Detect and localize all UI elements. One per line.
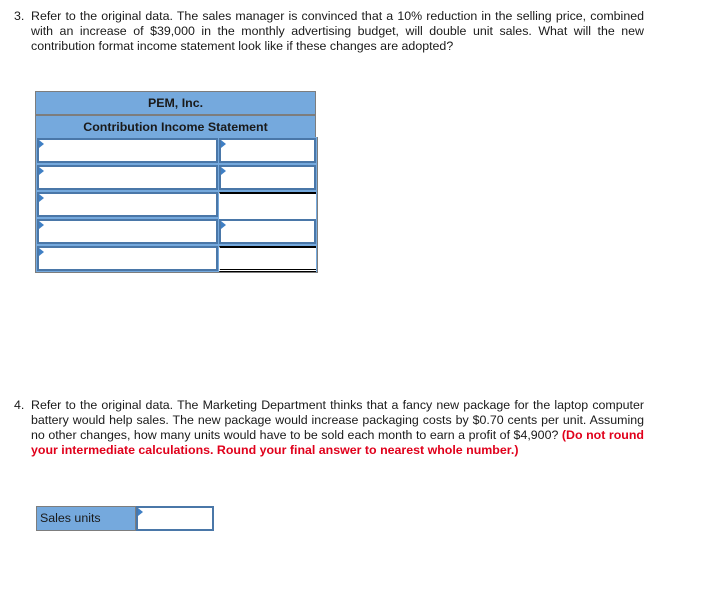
question-3-number: 3. [14,9,25,23]
statement-row [36,246,317,273]
sales-units-input[interactable] [136,506,214,531]
row-4-amount-input[interactable] [219,219,316,244]
row-4-label-input[interactable] [37,219,218,244]
row-1-amount-input[interactable] [219,138,316,163]
dropdown-marker-icon [39,248,44,256]
statement-row [36,138,317,165]
sales-units-answer: Sales units [36,506,214,531]
income-statement-grid [35,137,318,273]
question-3-text: Refer to the original data. The sales ma… [31,9,644,53]
question-4-number: 4. [14,398,25,412]
row-2-amount-input[interactable] [219,165,316,190]
question-4-prompt: Refer to the original data. The Marketin… [31,398,644,442]
question-4: 4. Refer to the original data. The Marke… [14,398,644,458]
dropdown-marker-icon [39,194,44,202]
row-1-label-input[interactable] [37,138,218,163]
row-3-label-input[interactable] [37,192,218,217]
question-4-text: Refer to the original data. The Marketin… [31,398,644,458]
dropdown-marker-icon [221,140,226,148]
row-5-total-cell [219,246,316,272]
question-3: 3. Refer to the original data. The sales… [14,9,644,54]
dropdown-marker-icon [39,167,44,175]
statement-row [36,165,317,192]
dropdown-marker-icon [138,508,143,516]
income-statement-header: PEM, Inc. Contribution Income Statement [35,91,316,140]
row-5-label-input[interactable] [37,246,218,271]
row-2-label-input[interactable] [37,165,218,190]
sales-units-label: Sales units [36,506,136,531]
statement-row [36,192,317,219]
dropdown-marker-icon [221,167,226,175]
dropdown-marker-icon [39,140,44,148]
statement-row [36,219,317,246]
company-name: PEM, Inc. [35,91,316,115]
row-3-amount-cell [219,192,316,219]
dropdown-marker-icon [221,221,226,229]
dropdown-marker-icon [39,221,44,229]
